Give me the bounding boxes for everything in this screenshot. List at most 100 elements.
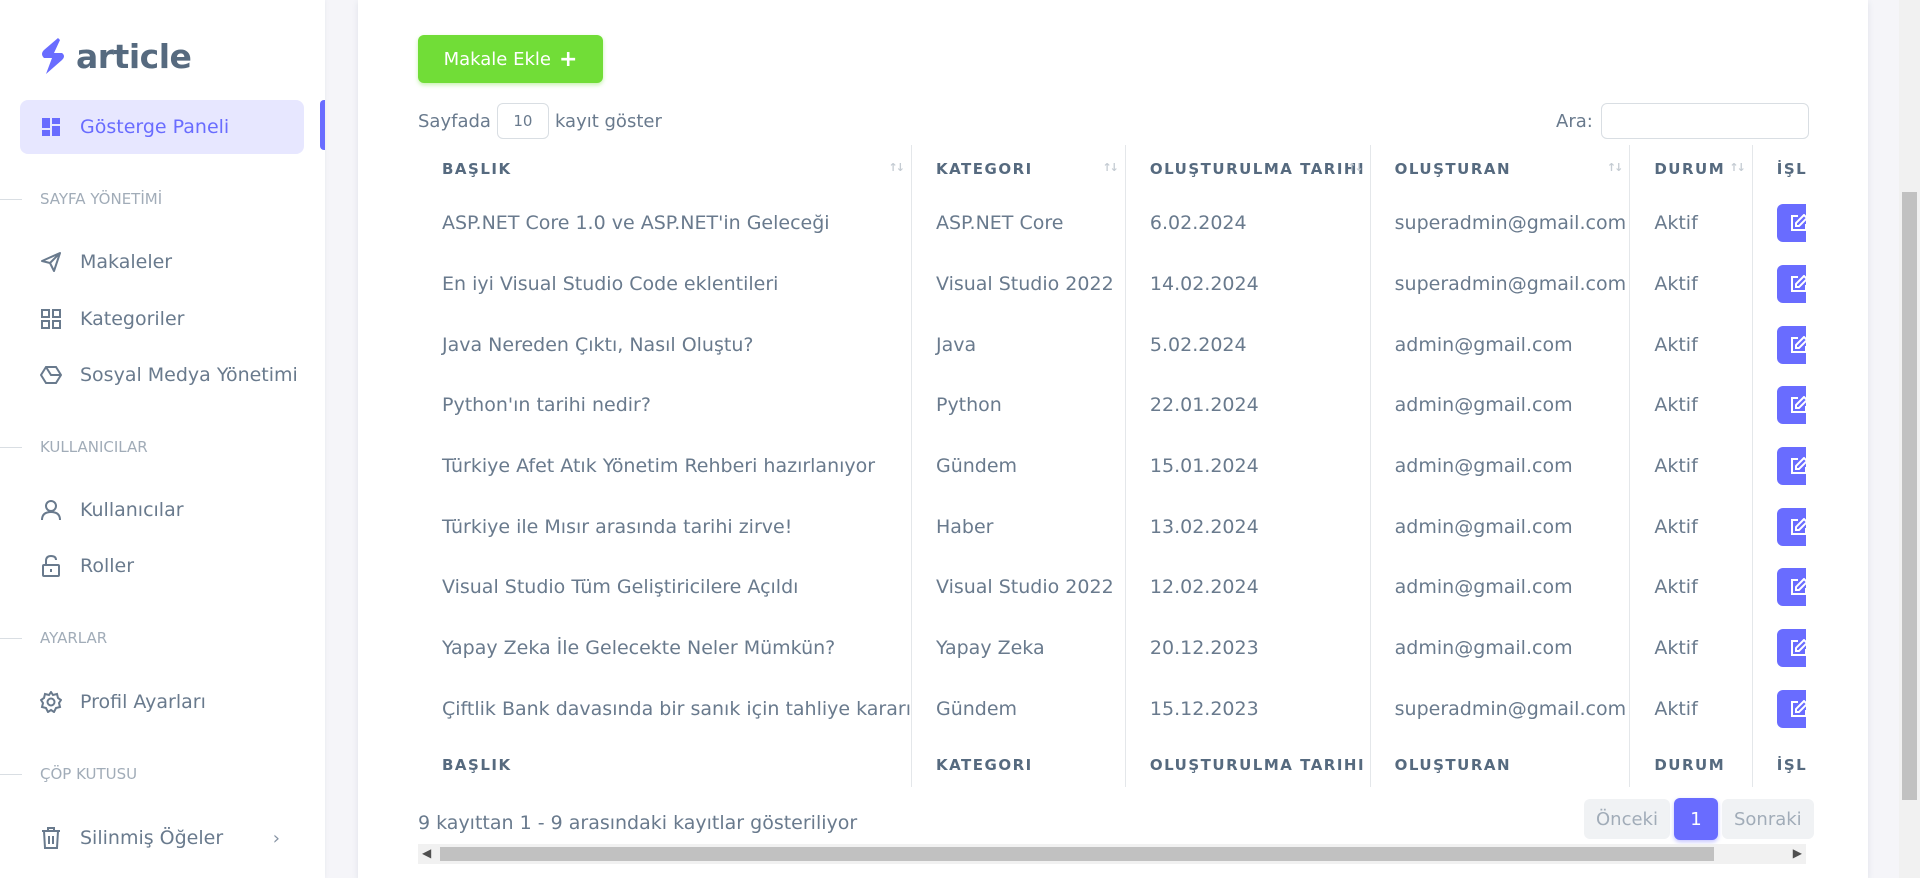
next-page-button[interactable]: Sonraki [1721,799,1814,839]
title-cell: En iyi Visual Studio Code eklentileri [418,253,912,315]
brand-name: article [76,36,192,76]
column-header-actions: İŞLE [1776,160,1806,178]
sidebar-item-label: Kategoriler [80,308,185,330]
edit-icon [1790,578,1806,596]
sort-icon: ↑↓ [1102,161,1119,174]
edit-button[interactable] [1776,568,1806,607]
table-row: Java Nereden Çıktı, Nasıl Oluştu? Java 5.0… [418,314,1806,376]
status-cell: Aktif [1629,253,1753,315]
search-control: Ara: [1556,103,1809,139]
actions-cell [1752,193,1806,254]
edit-button[interactable] [1776,689,1806,728]
section-page-management: SAYFA YÖNETİMİ [0,187,162,211]
page-length-select[interactable]: 10 [496,103,549,139]
scroll-right-icon[interactable]: ▶ [1793,846,1802,860]
column-header-created-date[interactable]: OLUŞTURULMA TARIHI ↑↓ [1125,145,1371,193]
sidebar-item-roles[interactable]: Roller [20,539,304,593]
edit-button[interactable] [1776,325,1806,364]
title-cell: Java Nereden Çıktı, Nasıl Oluştu? [418,314,912,376]
title-cell: Çiftlik Bank davasında bir sanık için ta… [418,678,912,740]
search-label: Ara: [1556,110,1593,132]
table-row: En iyi Visual Studio Code eklentileri Vis… [418,253,1806,315]
add-article-button[interactable]: Makale Ekle + [418,35,603,83]
sidebar-item-profile-settings[interactable]: Profil Ayarları [20,675,304,729]
edit-button[interactable] [1776,386,1806,425]
horizontal-scrollbar[interactable]: ◀ ▶ [418,844,1806,864]
vertical-scroll-thumb[interactable] [1902,192,1917,800]
sidebar-item-label: Sosyal Medya Yönetimi [80,364,298,386]
horizontal-scroll-thumb[interactable] [440,847,1714,861]
author-cell: admin@gmail.com [1370,496,1631,558]
section-users: KULLANICILAR [0,435,148,459]
column-header-created-by[interactable]: OLUŞTURAN ↑↓ [1370,145,1631,193]
author-cell: admin@gmail.com [1370,375,1631,436]
actions-cell [1752,314,1806,375]
footer-created-date: OLUŞTURULMA TARIHI [1125,739,1371,787]
sidebar-item-deleted-items[interactable]: Silinmiş Öğeler › [20,811,304,865]
section-trash: ÇÖP KUTUSU [0,762,137,786]
edit-button[interactable] [1776,265,1806,304]
actions-cell [1752,254,1806,315]
chevron-right-icon: › [272,827,280,849]
edit-icon [1790,457,1806,475]
actions-cell [1752,375,1806,436]
author-cell: admin@gmail.com [1370,557,1631,618]
grid-icon [40,308,62,330]
category-cell: Visual Studio 2022 [911,557,1126,618]
edit-button[interactable] [1776,507,1806,546]
sidebar-item-articles[interactable]: Makaleler [20,235,304,289]
sidebar-item-label: Silinmiş Öğeler [80,827,224,849]
search-input[interactable] [1600,103,1809,139]
table-row: Çiftlik Bank davasında bir sanık için ta… [418,678,1806,740]
section-settings: AYARLAR [0,626,107,650]
table-row: Python'ın tarihi nedir? Python 22.01.2024 a… [418,375,1806,436]
active-indicator [320,100,325,150]
sidebar-item-dashboard[interactable]: Gösterge Paneli [20,100,304,154]
edit-button[interactable] [1776,629,1806,668]
column-header-title[interactable]: BAŞLIK ↑↓ [418,145,912,193]
table-header-row: BAŞLIK ↑↓ KATEGORI ↑↓ OLUŞTURULMA TARIHI ↑↓… [418,145,1806,193]
length-suffix: kayıt göster [554,110,662,132]
sidebar-item-label: Gösterge Paneli [80,116,230,138]
vertical-scrollbar[interactable] [1899,0,1920,878]
brand[interactable]: article [38,34,192,78]
scroll-left-icon[interactable]: ◀ [422,846,431,860]
table-row: Türkiye Afet Atık Yönetim Rehberi hazırl… [418,435,1806,497]
status-cell: Aktif [1629,314,1753,376]
sidebar-item-social-media[interactable]: Sosyal Medya Yönetimi [20,348,304,402]
brand-logo-icon [42,38,64,74]
table-row: Türkiye ile Mısır arasında tarihi zirve!… [418,496,1806,558]
status-cell: Aktif [1629,193,1753,254]
date-cell: 13.02.2024 [1125,496,1371,558]
previous-page-button[interactable]: Önceki [1584,799,1670,839]
column-header-category[interactable]: KATEGORI ↑↓ [911,145,1126,193]
sidebar-item-label: Kullanıcılar [80,499,184,521]
author-cell: admin@gmail.com [1370,617,1631,679]
sidebar-item-categories[interactable]: Kategoriler [20,292,304,346]
title-cell: Yapay Zeka İle Gelecekte Neler Mümkün? [418,617,912,679]
footer-created-by: OLUŞTURAN [1370,739,1631,787]
footer-status: DURUM [1629,739,1753,787]
table-footer-row: BAŞLIK KATEGORI OLUŞTURULMA TARIHI OLUŞT… [418,739,1806,787]
column-header-status[interactable]: DURUM ↑↓ [1629,145,1753,193]
date-cell: 5.02.2024 [1125,314,1371,376]
edit-button[interactable] [1776,447,1806,486]
trash-icon [40,827,62,849]
category-cell: Python [911,375,1126,436]
author-cell: admin@gmail.com [1370,314,1631,376]
actions-cell [1752,679,1806,740]
edit-button[interactable] [1776,204,1806,243]
edit-icon [1790,699,1806,717]
edit-icon [1790,275,1806,293]
sort-icon: ↑↓ [1729,161,1746,174]
status-cell: Aktif [1629,496,1753,558]
send-icon [40,251,62,273]
page-button-current[interactable]: 1 [1673,798,1718,840]
status-cell: Aktif [1629,435,1753,497]
sidebar-item-label: Profil Ayarları [80,691,206,713]
author-cell: superadmin@gmail.com [1370,193,1631,254]
articles-table-container: BAŞLIK ↑↓ KATEGORI ↑↓ OLUŞTURULMA TARIHI ↑↓… [418,145,1806,787]
sidebar-item-users[interactable]: Kullanıcılar [20,483,304,537]
footer-actions: İŞLE [1776,756,1806,775]
sort-icon: ↑↓ [1347,161,1364,174]
